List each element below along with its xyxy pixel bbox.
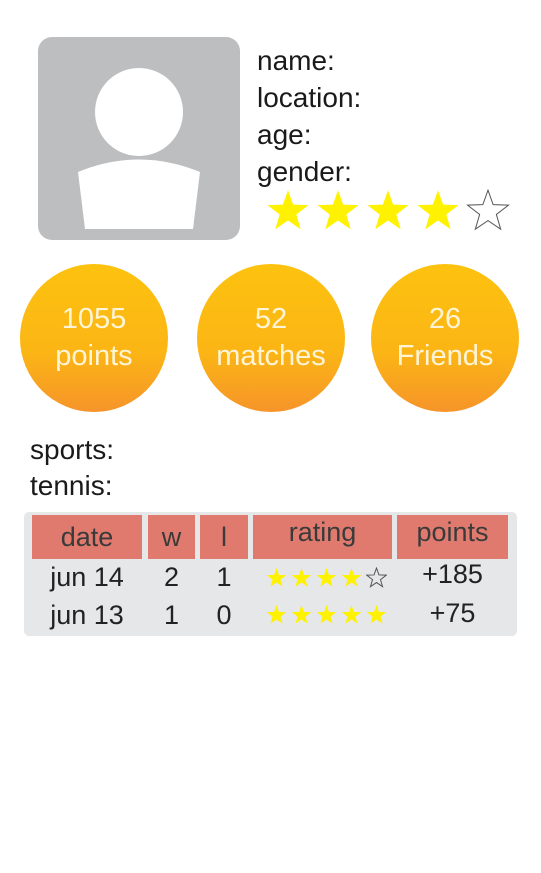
row2-losses: 0	[216, 599, 232, 630]
friends-value: 26	[428, 303, 462, 335]
gender-label: gender:	[257, 156, 352, 187]
sports-section: sports: tennis:	[30, 432, 114, 504]
star-filled-icon	[316, 605, 337, 624]
header-w[interactable]: w	[148, 515, 195, 559]
row1-rating	[266, 567, 387, 588]
star-filled-icon	[366, 605, 387, 624]
tennis-label: tennis:	[30, 470, 113, 501]
star-filled-icon	[417, 190, 459, 230]
user-silhouette-icon	[78, 68, 200, 229]
profile-rating[interactable]	[266, 188, 510, 232]
matches-stat[interactable]: 52 matches	[197, 264, 345, 412]
star-filled-icon	[266, 568, 287, 587]
star-filled-icon	[341, 568, 362, 587]
row1-losses: 1	[216, 561, 232, 592]
row2-rating	[266, 604, 387, 625]
points-label: points	[55, 340, 133, 372]
sports-label: sports:	[30, 434, 115, 465]
row1-date: jun 14	[50, 561, 124, 592]
profile-avatar[interactable]	[38, 37, 240, 240]
header-points[interactable]: points	[397, 515, 508, 559]
row2-date: jun 13	[50, 599, 124, 630]
location-label: location:	[257, 82, 362, 113]
row1-points: +185	[422, 558, 483, 589]
star-filled-icon	[317, 190, 359, 230]
row2-points: +75	[429, 597, 476, 628]
star-filled-icon	[291, 605, 312, 624]
points-value: 1055	[61, 303, 127, 335]
star-filled-icon	[367, 190, 409, 230]
star-filled-icon	[316, 568, 337, 587]
star-filled-icon	[266, 605, 287, 624]
age-label: age:	[257, 119, 312, 150]
header-l[interactable]: l	[200, 515, 248, 559]
row1-wins: 2	[163, 561, 180, 592]
profile-info: name: location: age: gender:	[257, 42, 361, 190]
name-label: name:	[257, 45, 335, 76]
points-stat[interactable]: 1055 points	[20, 264, 168, 412]
star-empty-icon	[366, 567, 387, 588]
match-table: date w l rating points jun 14 2 1 +185 j…	[24, 512, 517, 636]
friends-label: Friends	[396, 340, 494, 372]
star-filled-icon	[341, 605, 362, 624]
star-filled-icon	[267, 190, 309, 230]
friends-stat[interactable]: 26 Friends	[371, 264, 519, 412]
star-empty-icon	[466, 188, 510, 231]
row2-wins: 1	[163, 599, 180, 630]
matches-label: matches	[216, 340, 326, 372]
header-rating[interactable]: rating	[253, 515, 392, 559]
header-date[interactable]: date	[32, 515, 142, 559]
star-filled-icon	[291, 568, 312, 587]
matches-value: 52	[254, 303, 288, 335]
